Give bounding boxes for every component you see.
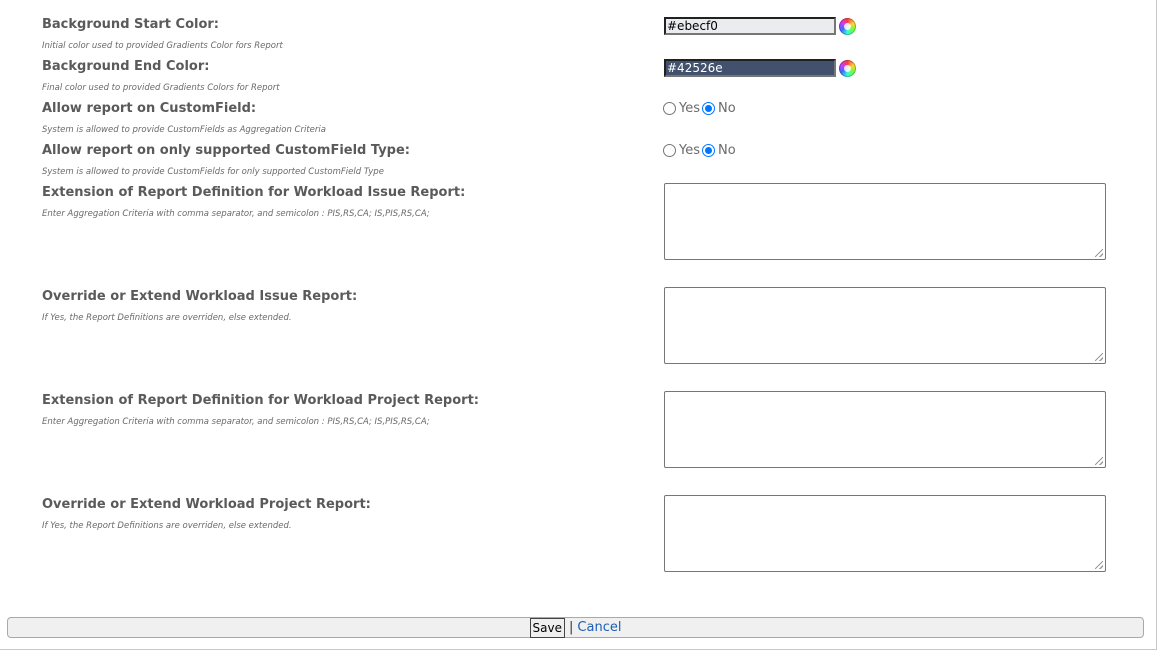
allow-supported-no-radio[interactable] bbox=[702, 143, 715, 157]
allow-customfield-yes-label: Yes bbox=[679, 100, 700, 116]
allow-supported-label: Allow report on only supported CustomFie… bbox=[42, 143, 411, 158]
ext-project-textarea[interactable] bbox=[664, 391, 1106, 468]
bg-end-color-input[interactable] bbox=[664, 59, 836, 77]
allow-customfield-radio-group: Yes No bbox=[663, 99, 738, 117]
bg-start-desc: Initial color used to provided Gradients… bbox=[42, 41, 283, 51]
allow-supported-radio-group: Yes No bbox=[663, 141, 738, 159]
cancel-link[interactable]: Cancel bbox=[577, 620, 621, 635]
footer-separator: | bbox=[569, 620, 574, 635]
allow-supported-yes-radio[interactable] bbox=[663, 143, 676, 157]
allow-customfield-label: Allow report on CustomField: bbox=[42, 101, 257, 116]
bg-end-desc: Final color used to provided Gradients C… bbox=[42, 83, 280, 93]
save-button[interactable]: Save bbox=[529, 617, 566, 638]
color-picker-icon[interactable] bbox=[839, 18, 856, 35]
allow-customfield-yes-radio[interactable] bbox=[663, 101, 676, 115]
allow-supported-yes-label: Yes bbox=[679, 142, 700, 158]
ext-issue-desc: Enter Aggregation Criteria with comma se… bbox=[42, 209, 430, 219]
bg-start-color-input[interactable] bbox=[664, 17, 836, 35]
allow-supported-no-label: No bbox=[718, 142, 736, 158]
allow-customfield-no-label: No bbox=[718, 100, 736, 116]
form-footer: Save | Cancel bbox=[7, 617, 1144, 638]
override-project-textarea[interactable] bbox=[664, 495, 1106, 572]
allow-supported-desc: System is allowed to provide CustomField… bbox=[42, 167, 384, 177]
ext-project-label: Extension of Report Definition for Workl… bbox=[42, 393, 479, 408]
resize-grip-icon[interactable] bbox=[1095, 457, 1103, 465]
bg-start-label: Background Start Color: bbox=[42, 17, 219, 32]
override-project-desc: If Yes, the Report Definitions are overr… bbox=[42, 521, 292, 531]
override-issue-desc: If Yes, the Report Definitions are overr… bbox=[42, 313, 292, 323]
resize-grip-icon[interactable] bbox=[1095, 353, 1103, 361]
content-border-right bbox=[1156, 0, 1157, 650]
override-project-label: Override or Extend Workload Project Repo… bbox=[42, 497, 371, 512]
ext-project-desc: Enter Aggregation Criteria with comma se… bbox=[42, 417, 430, 427]
ext-issue-textarea[interactable] bbox=[664, 183, 1106, 260]
color-picker-icon[interactable] bbox=[839, 60, 856, 77]
override-issue-textarea[interactable] bbox=[664, 287, 1106, 364]
bg-end-label: Background End Color: bbox=[42, 59, 210, 74]
resize-grip-icon[interactable] bbox=[1095, 249, 1103, 257]
settings-form: Background Start Color: Initial color us… bbox=[0, 0, 1162, 656]
override-issue-label: Override or Extend Workload Issue Report… bbox=[42, 289, 358, 304]
content-border-bottom bbox=[0, 649, 1157, 650]
resize-grip-icon[interactable] bbox=[1095, 561, 1103, 569]
allow-customfield-no-radio[interactable] bbox=[702, 101, 715, 115]
ext-issue-label: Extension of Report Definition for Workl… bbox=[42, 185, 466, 200]
allow-customfield-desc: System is allowed to provide CustomField… bbox=[42, 125, 326, 135]
